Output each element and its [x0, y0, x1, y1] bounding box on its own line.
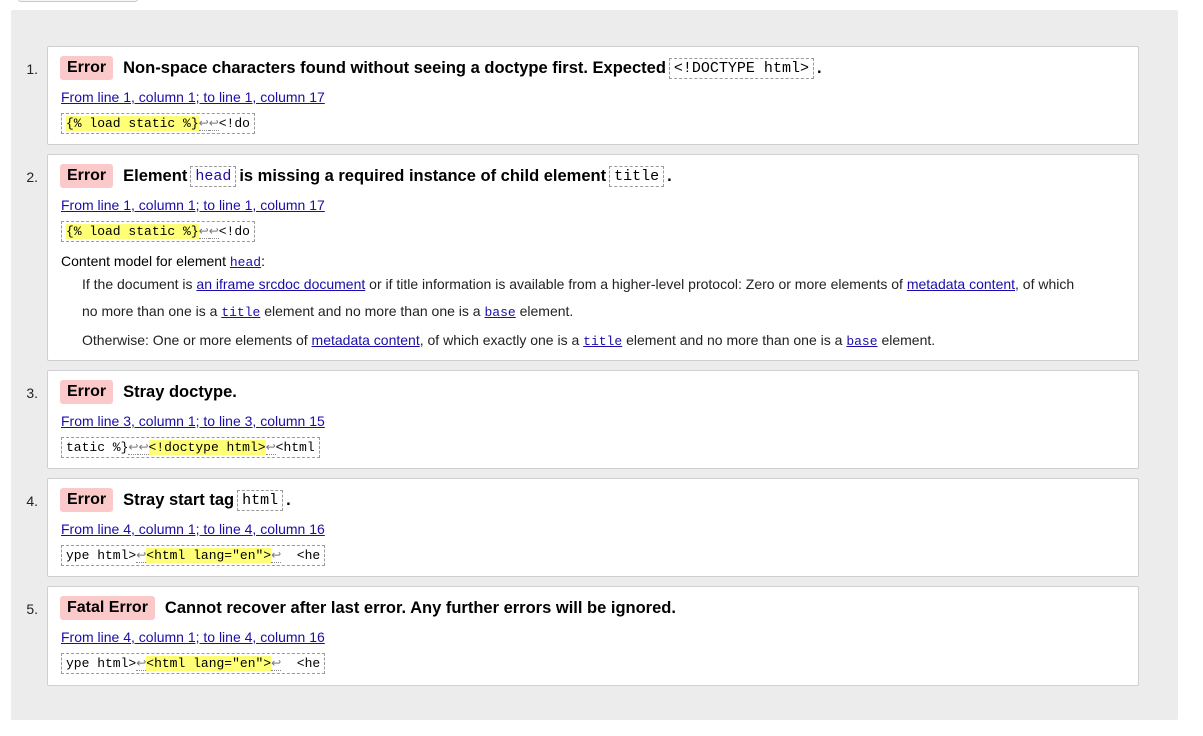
- message-heading: Fatal Error Cannot recover after last er…: [60, 596, 676, 620]
- location-link[interactable]: From line 4, column 1; to line 4, column…: [61, 521, 325, 537]
- message-5: 5. Fatal Error Cannot recover after last…: [26, 586, 1139, 686]
- content-model-label: Content model for element head:: [61, 253, 265, 270]
- code-head: head: [190, 165, 237, 187]
- code-title: title: [609, 165, 665, 187]
- message-number: 3.: [26, 385, 38, 401]
- metadata-content-link[interactable]: metadata content: [907, 276, 1015, 292]
- source-extract: tatic %}↩↩<!doctype html>↩<html: [61, 437, 320, 458]
- return-icon: ↩: [265, 440, 276, 455]
- head-element-link[interactable]: head: [230, 255, 261, 270]
- message-1: 1. Error Non-space characters found with…: [26, 46, 1139, 145]
- message-heading: Error Non-space characters found without…: [60, 56, 822, 80]
- return-icon: ↩: [271, 548, 282, 563]
- error-badge: Error: [60, 380, 114, 404]
- return-icon: ↩: [271, 656, 282, 671]
- message-number: 2.: [26, 169, 38, 185]
- message-number: 1.: [26, 61, 38, 77]
- message-title: Non-space characters found without seein…: [123, 58, 666, 77]
- message-heading: Error Stray start tag html .: [60, 488, 291, 512]
- return-icon: ↩: [198, 116, 209, 131]
- return-icon: ↩: [136, 656, 147, 671]
- location-link[interactable]: From line 1, column 1; to line 1, column…: [61, 89, 325, 105]
- metadata-content-link[interactable]: metadata content: [312, 332, 420, 348]
- title-element-link[interactable]: title: [221, 305, 260, 320]
- source-extract: ype html>↩<html lang="en">↩ <he: [61, 545, 326, 566]
- message-heading: Error Element head is missing a required…: [60, 164, 672, 188]
- source-extract: {% load static %}↩↩<!do: [61, 221, 255, 242]
- content-model-line-3: Otherwise: One or more elements of metad…: [82, 332, 936, 349]
- title-element-link[interactable]: title: [583, 334, 622, 349]
- iframe-srcdoc-link[interactable]: an iframe srcdoc document: [196, 276, 365, 292]
- return-icon: ↩: [208, 116, 219, 131]
- source-extract: {% load static %}↩↩<!do: [61, 113, 255, 134]
- location-link[interactable]: From line 4, column 1; to line 4, column…: [61, 629, 325, 645]
- code-html: html: [237, 489, 284, 511]
- message-4: 4. Error Stray start tag html . From lin…: [26, 478, 1139, 577]
- head-element-link[interactable]: head: [195, 168, 231, 185]
- source-extract: ype html>↩<html lang="en">↩ <he: [61, 653, 326, 674]
- content-model-line-1: If the document is an iframe srcdoc docu…: [82, 276, 1075, 292]
- base-element-link[interactable]: base: [484, 305, 515, 320]
- message-2: 2. Error Element head is missing a requi…: [26, 154, 1139, 361]
- base-element-link[interactable]: base: [846, 334, 877, 349]
- message-3: 3. Error Stray doctype. From line 3, col…: [26, 370, 1139, 469]
- fatal-error-badge: Fatal Error: [60, 596, 155, 620]
- message-heading: Error Stray doctype.: [60, 380, 237, 404]
- error-badge: Error: [60, 488, 114, 512]
- return-icon: ↩: [138, 440, 149, 455]
- error-badge: Error: [60, 164, 114, 188]
- return-icon: ↩: [128, 440, 139, 455]
- message-number: 4.: [26, 493, 38, 509]
- return-icon: ↩: [198, 224, 209, 239]
- location-link[interactable]: From line 1, column 1; to line 1, column…: [61, 197, 325, 213]
- top-tab[interactable]: [18, 0, 138, 2]
- return-icon: ↩: [136, 548, 147, 563]
- error-badge: Error: [60, 56, 114, 80]
- code-doctype: <!DOCTYPE html>: [668, 57, 814, 79]
- location-link[interactable]: From line 3, column 1; to line 3, column…: [61, 413, 325, 429]
- return-icon: ↩: [208, 224, 219, 239]
- content-model-line-2: no more than one is a title element and …: [82, 303, 574, 320]
- message-number: 5.: [26, 601, 38, 617]
